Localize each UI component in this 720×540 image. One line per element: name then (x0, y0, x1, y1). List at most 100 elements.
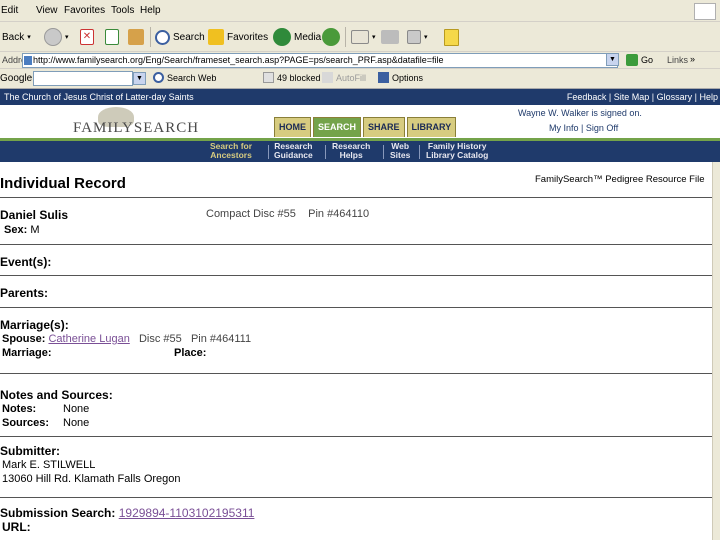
spouse-label: Spouse: (2, 333, 46, 345)
tab-library[interactable]: LIBRARY (406, 117, 457, 137)
favorites-button[interactable]: Favorites (208, 26, 268, 48)
menu-tools[interactable]: Tools (111, 5, 134, 16)
forward-button[interactable]: ▾ (44, 26, 69, 48)
subnav-library-catalog[interactable]: Family History Library Catalog (426, 142, 488, 160)
feedback-link[interactable]: Feedback (567, 92, 607, 102)
marriages-heading: Marriage(s): (0, 318, 69, 332)
divider (0, 497, 712, 498)
divider (0, 373, 712, 374)
submitter-address: 13060 Hill Rd. Klamath Falls Oregon (2, 473, 181, 485)
refresh-button[interactable] (105, 26, 122, 48)
sticky-note-icon (444, 28, 459, 46)
mail-button[interactable]: ▾ (351, 26, 376, 48)
stop-icon: ✕ (80, 29, 94, 45)
back-button[interactable]: Back ▾ (2, 26, 31, 48)
place-label: Place: (174, 347, 207, 359)
search-button[interactable]: Search (155, 26, 205, 48)
address-dropdown-button[interactable]: ▼ (606, 53, 619, 66)
chevron-down-icon: ▾ (424, 34, 428, 41)
site-header: FAMILYSEARCH HOME SEARCH SHARE LIBRARY W… (0, 105, 720, 138)
sex-row: Sex: M (4, 224, 39, 236)
options-label: Options (392, 72, 424, 83)
google-search-input[interactable] (33, 71, 133, 86)
windows-flag-icon (694, 3, 716, 20)
notes-label: Notes: (2, 403, 37, 415)
sign-off-link[interactable]: Sign Off (586, 123, 618, 133)
google-toolbar: Google ▼ Search Web 49 blocked AutoFill … (0, 69, 720, 89)
go-arrow-icon[interactable] (626, 54, 638, 66)
subnav-divider (325, 145, 326, 159)
popup-blocker-button[interactable]: 49 blocked (263, 72, 321, 83)
top-links: Feedback | Site Map | Glossary | Help (566, 92, 718, 102)
subnav-label: Sites (390, 150, 411, 160)
media-button[interactable]: Media (273, 26, 321, 48)
sources-row: Sources: None (2, 417, 89, 429)
subnav-label: Guidance (274, 150, 313, 160)
print-button[interactable] (381, 26, 402, 48)
help-link[interactable]: Help (699, 92, 718, 102)
address-input[interactable]: http://www.familysearch.org/Eng/Search/f… (22, 53, 618, 68)
menu-view[interactable]: View (36, 5, 58, 16)
tab-home[interactable]: HOME (274, 117, 311, 137)
submitter-heading: Submitter: (0, 444, 60, 458)
options-button[interactable]: Options (378, 72, 423, 83)
tab-search[interactable]: SEARCH (313, 117, 362, 137)
marriage-label: Marriage: (2, 347, 52, 359)
google-search-dropdown[interactable]: ▼ (133, 72, 146, 85)
vertical-scrollbar[interactable] (712, 162, 720, 540)
notes-row: Notes: None (2, 403, 89, 415)
address-bar: Address http://www.familysearch.org/Eng/… (0, 52, 720, 69)
toolbar-divider (150, 27, 151, 47)
address-url: http://www.familysearch.org/Eng/Search/f… (33, 55, 444, 65)
sex-label: Sex: (4, 224, 28, 236)
pin-number: Pin #464110 (308, 208, 370, 220)
go-button[interactable]: Go (641, 55, 653, 65)
submission-search-label: Submission Search: (0, 506, 116, 520)
edit-button[interactable]: ▾ (407, 26, 428, 48)
familysearch-logo[interactable]: FAMILYSEARCH (73, 120, 199, 137)
search-icon (153, 72, 164, 83)
notes-sources-heading: Notes and Sources: (0, 388, 113, 402)
menu-favorites[interactable]: Favorites (64, 5, 105, 16)
events-heading: Event(s): (0, 255, 52, 269)
chevron-down-icon: ▾ (27, 34, 31, 41)
page-title: Individual Record (0, 175, 126, 192)
divider (0, 307, 712, 308)
menu-help[interactable]: Help (140, 5, 161, 16)
site-map-link[interactable]: Site Map (614, 92, 650, 102)
sources-value: None (63, 417, 90, 429)
signed-in-status: Wayne W. Walker is signed on. (518, 108, 642, 118)
browser-toolbar: Back ▾ ▾ ✕ Search Favorites Media ▾ ▾ (0, 22, 720, 52)
home-button[interactable] (128, 26, 147, 48)
subnav-web-sites[interactable]: Web Sites (390, 142, 410, 160)
divider (0, 275, 712, 276)
chevron-right-icon[interactable]: » (690, 54, 695, 64)
submission-search-link[interactable]: 1929894-1103102195311 (119, 506, 255, 520)
subnav-search-ancestors[interactable]: Search for Ancestors (210, 142, 252, 160)
page-icon (24, 56, 32, 65)
chevron-down-icon: ▾ (65, 34, 69, 41)
menu-edit[interactable]: Edit (1, 5, 18, 16)
search-web-button[interactable]: Search Web (153, 72, 216, 83)
google-logo[interactable]: Google (0, 73, 32, 84)
my-info-link[interactable]: My Info (549, 123, 579, 133)
spouse-link[interactable]: Catherine Lugan (48, 333, 129, 345)
search-icon (155, 29, 170, 45)
home-icon (128, 29, 144, 45)
history-button[interactable] (322, 26, 343, 48)
autofill-button[interactable]: AutoFill (322, 72, 366, 83)
glossary-link[interactable]: Glossary (657, 92, 693, 102)
tab-share[interactable]: SHARE (363, 117, 405, 137)
popup-blocker-icon (263, 72, 274, 83)
account-links: My Info | Sign Off (549, 123, 619, 133)
divider (0, 244, 712, 245)
stop-button[interactable]: ✕ (80, 26, 97, 48)
links-button[interactable]: Links (667, 55, 688, 65)
subnav-research-helps[interactable]: Research Helps (332, 142, 370, 160)
subnav-research-guidance[interactable]: Research Guidance (274, 142, 313, 160)
search-subnav: Search for Ancestors Research Guidance R… (0, 138, 720, 162)
autofill-icon (322, 72, 333, 83)
subnav-divider (419, 145, 420, 159)
notes-button[interactable] (444, 26, 462, 48)
parents-heading: Parents: (0, 286, 49, 300)
